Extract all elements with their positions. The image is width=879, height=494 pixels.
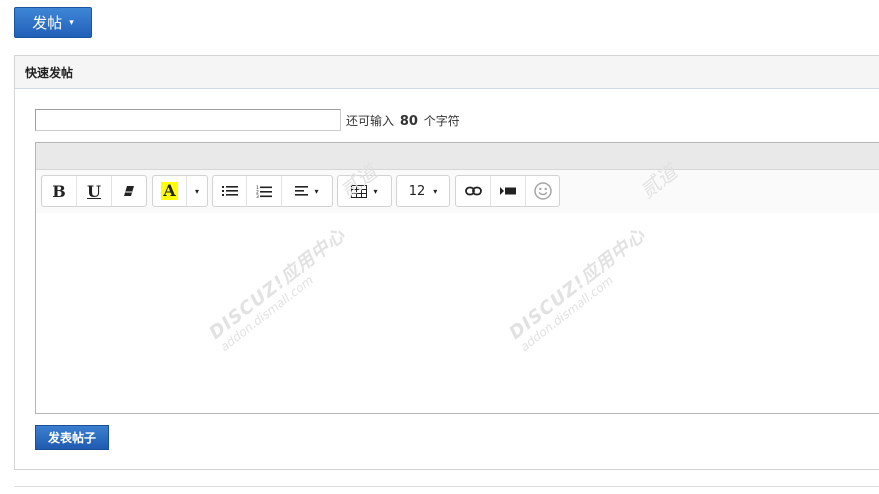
chevron-down-icon: ▾ bbox=[194, 186, 199, 196]
quick-post-panel: 快速发帖 还可输入 80 个字符 B U A ▾ 1 2 3 ▾ ▾ 12 ▾ … bbox=[14, 55, 879, 470]
media-button[interactable] bbox=[491, 176, 526, 206]
bulleted-list-icon bbox=[221, 186, 238, 196]
underline-icon: U bbox=[87, 181, 101, 201]
new-post-label: 发帖 bbox=[32, 14, 63, 32]
char-counter-suffix: 个字符 bbox=[423, 113, 460, 128]
table-dropdown[interactable]: ▾ bbox=[338, 176, 391, 206]
rich-text-editor: B U A ▾ 1 2 3 ▾ ▾ 12 ▾ DISCUZ!应用中心 addon… bbox=[35, 142, 879, 414]
editor-top-bar bbox=[36, 143, 879, 170]
emoji-button[interactable] bbox=[526, 176, 559, 206]
chevron-down-icon: ▾ bbox=[373, 186, 378, 196]
table-icon bbox=[351, 184, 368, 198]
char-counter-value: 80 bbox=[399, 113, 418, 129]
char-counter-prefix: 还可输入 bbox=[346, 113, 395, 128]
font-color-dropdown[interactable]: ▾ bbox=[187, 176, 207, 206]
editor-body[interactable]: DISCUZ!应用中心 addon.dismall.com 贰道 DISCUZ!… bbox=[36, 160, 879, 413]
watermark-line2: addon.dismall.com bbox=[217, 272, 316, 354]
font-color-icon: A bbox=[161, 181, 178, 200]
editor-toolbar: B U A ▾ 1 2 3 ▾ ▾ 12 ▾ bbox=[36, 170, 879, 214]
subject-row: 还可输入 80 个字符 bbox=[35, 109, 460, 131]
chevron-down-icon: ▾ bbox=[314, 186, 319, 196]
media-icon bbox=[500, 187, 516, 195]
panel-header: 快速发帖 bbox=[15, 56, 879, 89]
link-icon bbox=[464, 186, 482, 196]
watermark-line1: DISCUZ!应用中心 bbox=[505, 224, 650, 344]
link-button[interactable] bbox=[456, 176, 491, 206]
chevron-down-icon: ▾ bbox=[69, 17, 74, 28]
font-size-group: 12 ▾ bbox=[396, 175, 450, 207]
watermark: DISCUZ!应用中心 addon.dismall.com bbox=[505, 224, 658, 354]
numbered-list-icon: 1 2 3 bbox=[256, 185, 272, 198]
subject-input[interactable] bbox=[35, 109, 341, 131]
watermark: DISCUZ!应用中心 addon.dismall.com bbox=[205, 224, 358, 354]
bold-button[interactable]: B bbox=[42, 176, 77, 206]
submit-post-button[interactable]: 发表帖子 bbox=[35, 425, 109, 450]
new-post-button[interactable]: 发帖 ▾ bbox=[14, 7, 92, 38]
font-color-group: A ▾ bbox=[152, 175, 208, 207]
bulleted-list-button[interactable] bbox=[213, 176, 247, 206]
table-group: ▾ bbox=[337, 175, 392, 207]
align-icon bbox=[295, 186, 309, 196]
watermark-line1: DISCUZ!应用中心 bbox=[205, 224, 350, 344]
panel-title: 快速发帖 bbox=[25, 65, 74, 80]
font-color-button[interactable]: A bbox=[153, 176, 187, 206]
divider bbox=[14, 486, 879, 487]
numbered-list-button[interactable]: 1 2 3 bbox=[247, 176, 282, 206]
align-dropdown[interactable]: ▾ bbox=[282, 176, 332, 206]
chevron-down-icon: ▾ bbox=[433, 186, 438, 196]
char-counter: 还可输入 80 个字符 bbox=[346, 112, 460, 129]
format-group: B U bbox=[41, 175, 147, 207]
font-size-value: 12 bbox=[408, 183, 426, 199]
bold-icon: B bbox=[52, 181, 66, 201]
clear-format-button[interactable] bbox=[112, 176, 146, 206]
emoji-icon bbox=[533, 182, 552, 200]
underline-button[interactable]: U bbox=[77, 176, 112, 206]
insert-group bbox=[455, 175, 560, 207]
submit-post-label: 发表帖子 bbox=[47, 431, 96, 445]
paragraph-group: 1 2 3 ▾ bbox=[212, 175, 333, 207]
watermark-line2: addon.dismall.com bbox=[517, 272, 616, 354]
eraser-icon bbox=[124, 186, 134, 196]
svg-text:3: 3 bbox=[256, 194, 259, 198]
font-size-dropdown[interactable]: 12 ▾ bbox=[397, 176, 449, 206]
